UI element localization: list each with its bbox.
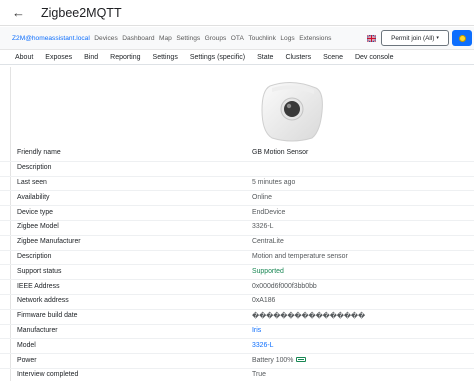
table-row: Power Battery 100% [0,353,474,368]
nav-link-map[interactable]: Map [159,35,172,42]
tab-state[interactable]: State [251,54,279,61]
row-label: Description [17,253,52,261]
tab-bind[interactable]: Bind [78,54,104,61]
sun-icon [458,34,466,42]
row-label: Friendly name [17,148,61,156]
power-value: Battery 100% [252,356,294,364]
table-row: Model 3326-L [0,338,474,353]
tab-scene[interactable]: Scene [317,54,349,61]
row-label: Model [17,341,36,349]
availability-value: Online [252,193,272,201]
model-description-value: Motion and temperature sensor [252,253,348,261]
table-row: IEEE Address 0x000d6f000f3bb0bb [0,279,474,294]
device-tabs: About Exposes Bind Reporting Settings Se… [0,50,474,65]
power-value-wrap: Battery 100% [252,356,307,364]
table-row: Device type EndDevice [0,205,474,220]
tab-about[interactable]: About [0,54,39,61]
row-label: Zigbee Model [17,223,59,231]
row-label: Interview completed [17,371,79,379]
table-row: Zigbee Manufacturer CentraLite [0,234,474,250]
row-label: Availability [17,193,50,201]
table-row: Support status Supported [0,264,474,279]
friendly-name-value: GB Motion Sensor [252,148,309,156]
nav-link-groups[interactable]: Groups [205,35,227,42]
table-row: Last seen 5 minutes ago [0,175,474,191]
app-title: Zigbee2MQTT [41,5,122,20]
permit-join-label: Permit join (All) [391,34,435,42]
interview-completed-value: True [252,371,266,379]
model-link[interactable]: 3326-L [252,342,273,349]
manufacturer-link[interactable]: Iris [252,327,261,334]
row-label: Zigbee Manufacturer [17,238,81,246]
row-label: Manufacturer [17,327,58,335]
table-row: Manufacturer Iris [0,323,474,339]
table-row: Zigbee Model 3326-L [0,219,474,235]
row-label: Firmware build date [17,312,78,320]
theme-toggle-button[interactable] [452,30,472,46]
app-header: ← Zigbee2MQTT [0,0,474,26]
nav-link-dashboard[interactable]: Dashboard [122,35,154,42]
nav-brand-link[interactable]: Z2M@homeassistant.local [12,35,90,42]
table-row: Friendly name GB Motion Sensor [0,146,474,161]
device-type-value: EndDevice [252,208,286,216]
table-row: Firmware build date ���������������� [0,308,474,324]
nav-link-ota[interactable]: OTA [231,35,244,42]
row-label: Network address [17,297,69,305]
tab-reporting[interactable]: Reporting [104,54,146,61]
tab-dev-console[interactable]: Dev console [349,54,400,61]
last-seen-value: 5 minutes ago [252,179,296,187]
table-row: Description Motion and temperature senso… [0,249,474,265]
network-address-value: 0xA186 [252,297,276,305]
firmware-build-date-value: ���������������� [252,313,366,321]
row-label: Description [17,164,52,172]
tab-clusters[interactable]: Clusters [279,54,317,61]
tab-settings[interactable]: Settings [147,54,184,61]
device-properties-table: Friendly name GB Motion Sensor Descripti… [0,146,474,383]
row-label: Power [17,356,37,364]
permit-join-button[interactable]: Permit join (All) ▾ [381,30,449,46]
nav-link-touchlink[interactable]: Touchlink [248,35,276,42]
motion-sensor-device-icon [261,82,323,142]
row-label: IEEE Address [17,282,60,290]
nav-link-settings[interactable]: Settings [176,35,200,42]
table-row: Network address 0xA186 [0,293,474,309]
back-arrow-icon[interactable]: ← [12,5,26,20]
table-row: Description [0,160,474,176]
zigbee-model-value: 3326-L [252,223,274,231]
nav-link-devices[interactable]: Devices [94,35,117,42]
uk-flag-icon[interactable] [367,35,376,42]
support-status-value: Supported [252,267,284,275]
nav-link-logs[interactable]: Logs [280,35,294,42]
nav-link-extensions[interactable]: Extensions [299,35,331,42]
row-label: Device type [17,208,54,216]
row-label: Last seen [17,179,47,187]
table-row: Availability Online [0,190,474,205]
tab-exposes[interactable]: Exposes [39,54,78,61]
battery-full-icon [296,356,307,362]
ieee-address-value: 0x000d6f000f3bb0bb [252,282,317,290]
zigbee-manufacturer-value: CentraLite [252,238,284,246]
chevron-down-icon: ▾ [436,35,439,41]
tab-settings-specific[interactable]: Settings (specific) [184,54,251,61]
row-label: Support status [17,267,62,275]
